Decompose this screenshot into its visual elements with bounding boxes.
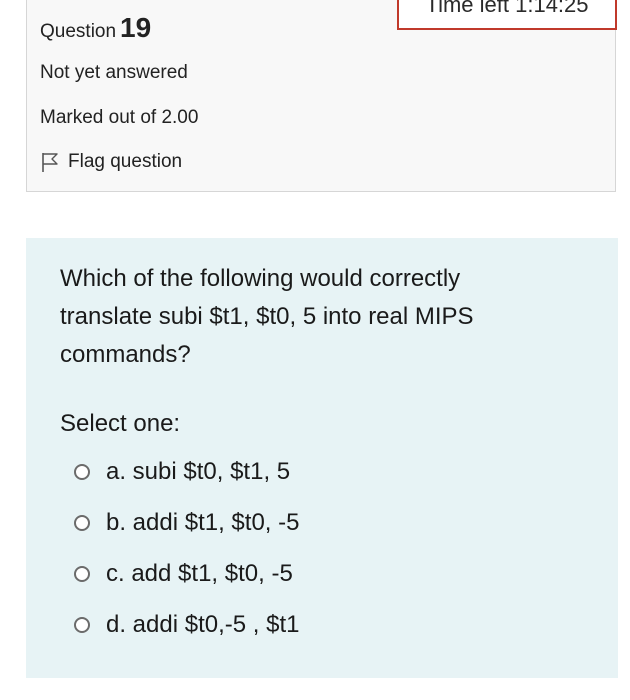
flag-question-button[interactable]: Flag question xyxy=(40,151,182,173)
question-label: Question xyxy=(40,21,117,42)
flag-question-label: Flag question xyxy=(68,151,183,172)
question-text: Which of the following would correctly t… xyxy=(60,265,474,368)
radio-button-icon[interactable] xyxy=(74,515,90,531)
answer-option-label: b. addi $t1, $t0, -5 xyxy=(106,509,300,536)
time-left-timer: Time left 1:14:25 xyxy=(397,0,617,30)
answer-option-d[interactable]: d. addi $t0,-5 , $t1 xyxy=(74,611,299,639)
radio-button-icon[interactable] xyxy=(74,617,90,633)
answer-option-b[interactable]: b. addi $t1, $t0, -5 xyxy=(74,509,299,537)
quiz-page: Time left 1:14:25 Question 19 Not yet ans… xyxy=(0,0,630,700)
answer-option-label: a. subi $t0, $t1, 5 xyxy=(106,458,291,485)
question-number: 19 xyxy=(120,12,152,43)
flag-icon xyxy=(42,153,58,172)
question-grade: Marked out of 2.00 xyxy=(40,107,199,128)
radio-button-icon[interactable] xyxy=(74,566,90,582)
select-one-prompt: Select one: xyxy=(60,410,181,437)
question-number-heading: Question 19 xyxy=(40,12,151,44)
radio-button-icon[interactable] xyxy=(74,464,90,480)
question-state: Not yet answered xyxy=(40,62,188,83)
answer-option-label: c. add $t1, $t0, -5 xyxy=(106,560,293,587)
answer-option-label: d. addi $t0,-5 , $t1 xyxy=(106,611,300,638)
answer-option-a[interactable]: a. subi $t0, $t1, 5 xyxy=(74,458,290,486)
timer-text: Time left 1:14:25 xyxy=(425,0,589,17)
answer-option-c[interactable]: c. add $t1, $t0, -5 xyxy=(74,560,293,588)
